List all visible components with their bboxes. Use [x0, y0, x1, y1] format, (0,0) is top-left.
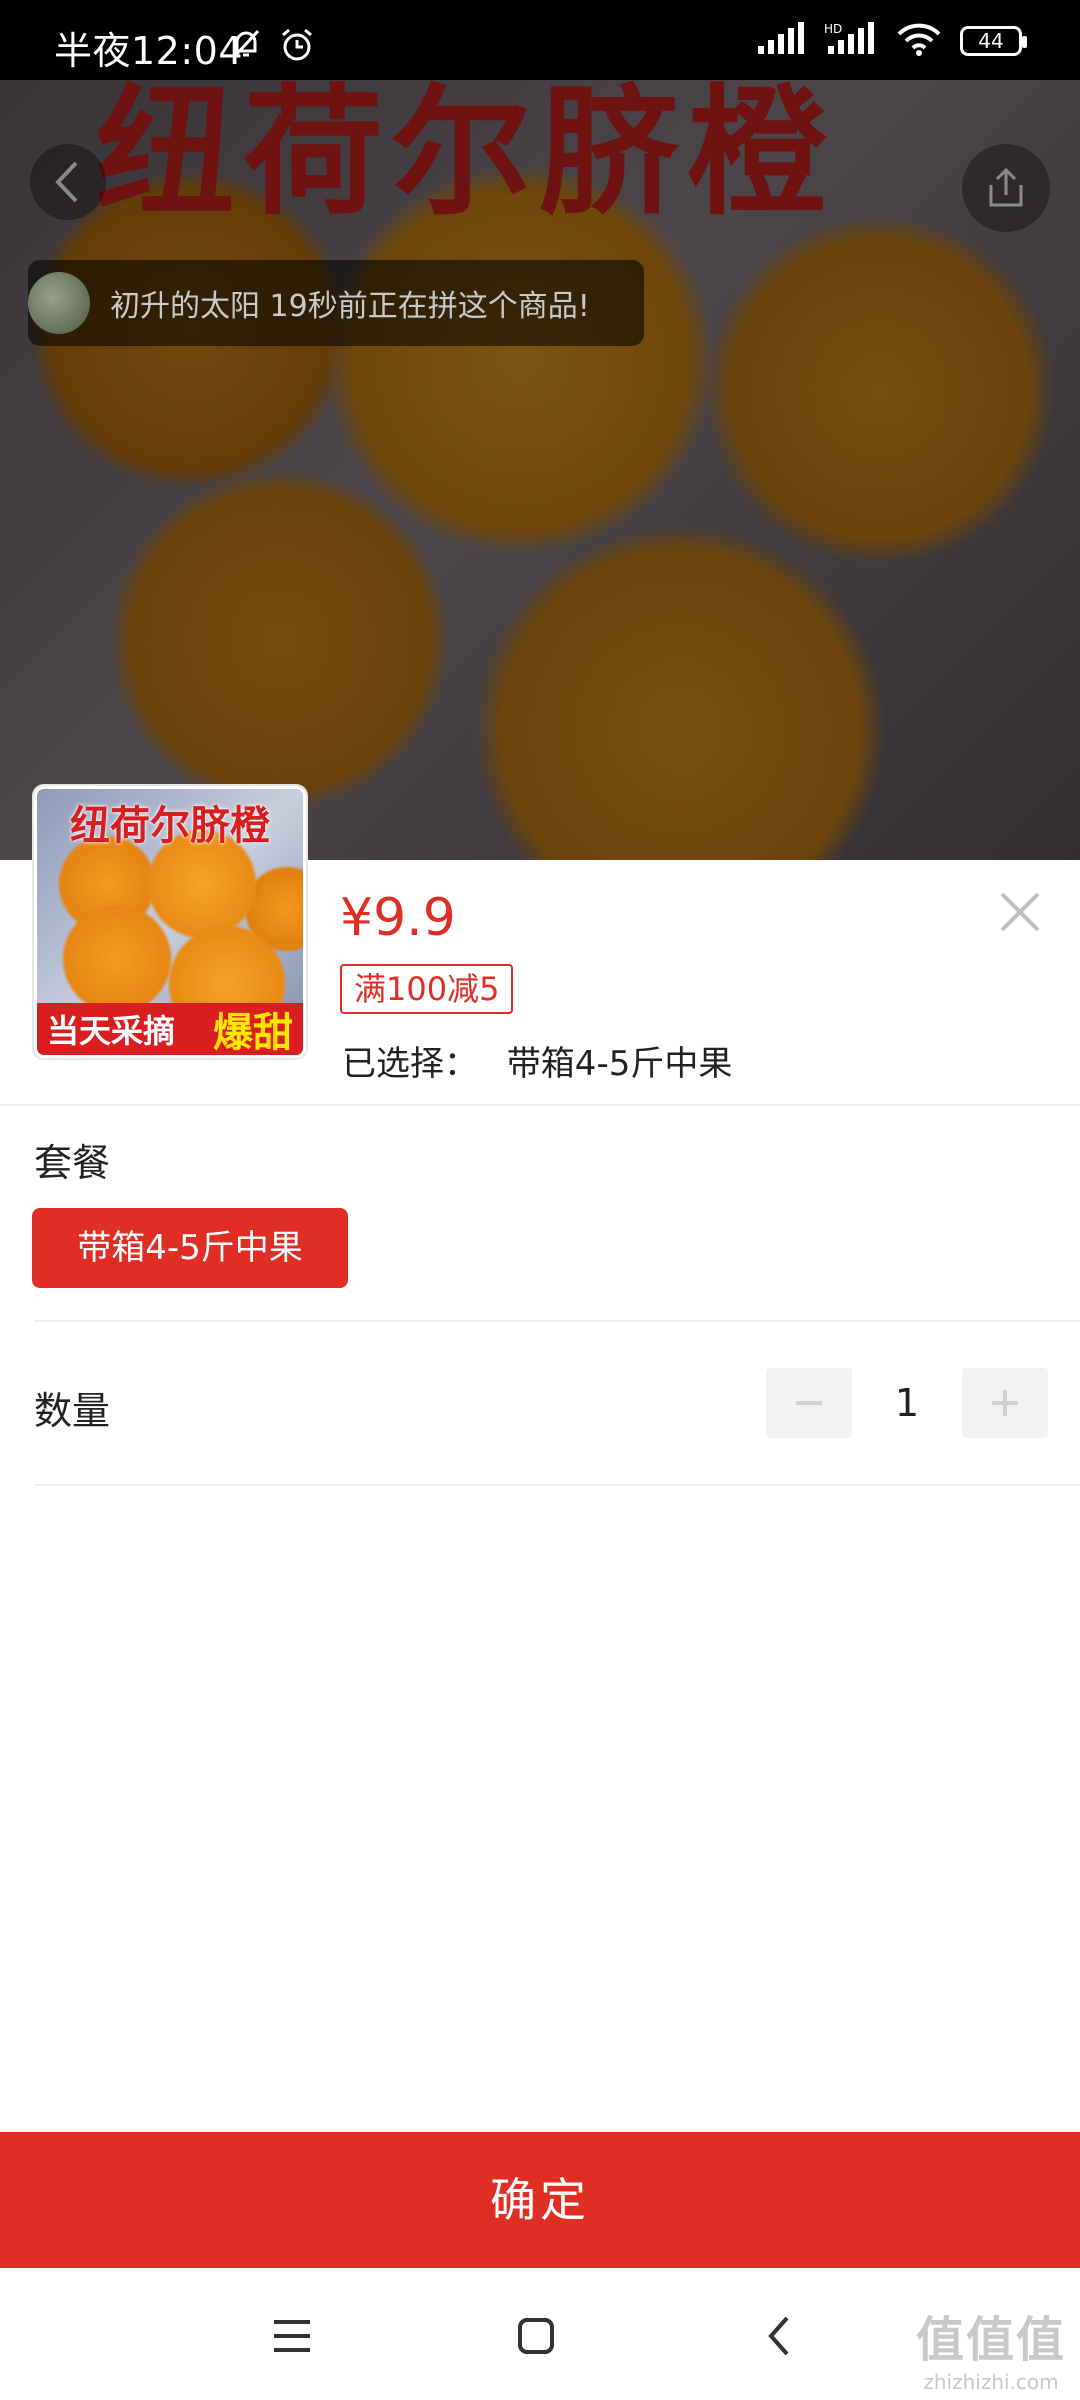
- quantity-value[interactable]: 1: [852, 1381, 962, 1425]
- home-button[interactable]: [506, 2308, 566, 2364]
- price: ¥9.9: [340, 888, 456, 948]
- sku-selector-sheet: 纽荷尔脐橙 当天采摘 爆甜 ¥9.9 满100减5 已选择： 带箱4-5斤中果 …: [0, 786, 1080, 2130]
- share-button[interactable]: [962, 144, 1050, 232]
- nav-back-button[interactable]: [750, 2308, 810, 2364]
- thumbnail-banner-right: 爆甜: [213, 1010, 293, 1056]
- selected-summary: 已选择： 带箱4-5斤中果: [342, 1036, 732, 1085]
- product-hero-image: 纽荷尔脐橙 初升的太阳 19秒前正在拼这个商品!: [0, 80, 1080, 860]
- thumbnail-title: 纽荷尔脐橙: [70, 802, 270, 849]
- chevron-left-icon: [55, 161, 78, 203]
- confirm-button[interactable]: 确定: [0, 2132, 1080, 2268]
- quantity-section-title: 数量: [34, 1389, 111, 1433]
- selected-value: 带箱4-5斤中果: [506, 1044, 733, 1084]
- watermark-logo: 值值值: [915, 2312, 1066, 2368]
- divider: [34, 1320, 1080, 1322]
- back-arrow-icon: [768, 2316, 789, 2356]
- plus-icon: [992, 1390, 1018, 1416]
- close-icon: [1000, 892, 1040, 932]
- avatar: [28, 272, 90, 334]
- system-navigation-bar: 值值值 zhizhizhi.com: [0, 2268, 1080, 2400]
- selected-label: 已选择：: [342, 1044, 478, 1084]
- home-square-icon: [518, 2318, 554, 2354]
- share-icon: [989, 167, 1023, 207]
- status-time: 半夜12:04: [54, 29, 244, 73]
- divider: [34, 1484, 1080, 1486]
- watermark-url: zhizhizhi.com: [923, 2370, 1059, 2394]
- wifi-icon: [896, 22, 942, 60]
- package-section-title: 套餐: [34, 1141, 111, 1185]
- hd-signal-icon: HD: [824, 22, 878, 60]
- signal-icon: [756, 22, 806, 60]
- minus-icon: [796, 1401, 822, 1405]
- package-option-selected[interactable]: 带箱4-5斤中果: [32, 1208, 348, 1288]
- product-thumbnail: 纽荷尔脐橙 当天采摘 爆甜: [34, 786, 306, 1058]
- svg-text:HD: HD: [824, 22, 842, 36]
- status-bar: 半夜12:04 HD 44: [0, 0, 1080, 80]
- notice-text: 初升的太阳 19秒前正在拼这个商品!: [110, 289, 590, 324]
- menu-button[interactable]: [262, 2308, 322, 2364]
- battery-icon: 44: [960, 26, 1027, 56]
- mute-bell-icon: [228, 26, 264, 68]
- decrease-button[interactable]: [766, 1368, 852, 1438]
- quantity-stepper: 1: [766, 1368, 1048, 1438]
- close-button[interactable]: [990, 882, 1050, 942]
- promo-badge: 满100减5: [340, 964, 514, 1014]
- increase-button[interactable]: [962, 1368, 1048, 1438]
- divider: [0, 1104, 1080, 1106]
- thumbnail-banner-left: 当天采摘: [47, 1012, 176, 1050]
- alarm-icon: [278, 26, 316, 68]
- menu-icon: [274, 2320, 310, 2352]
- group-buy-notice: 初升的太阳 19秒前正在拼这个商品!: [28, 260, 644, 346]
- back-button[interactable]: [30, 144, 106, 220]
- watermark: 值值值 zhizhizhi.com: [916, 2300, 1066, 2394]
